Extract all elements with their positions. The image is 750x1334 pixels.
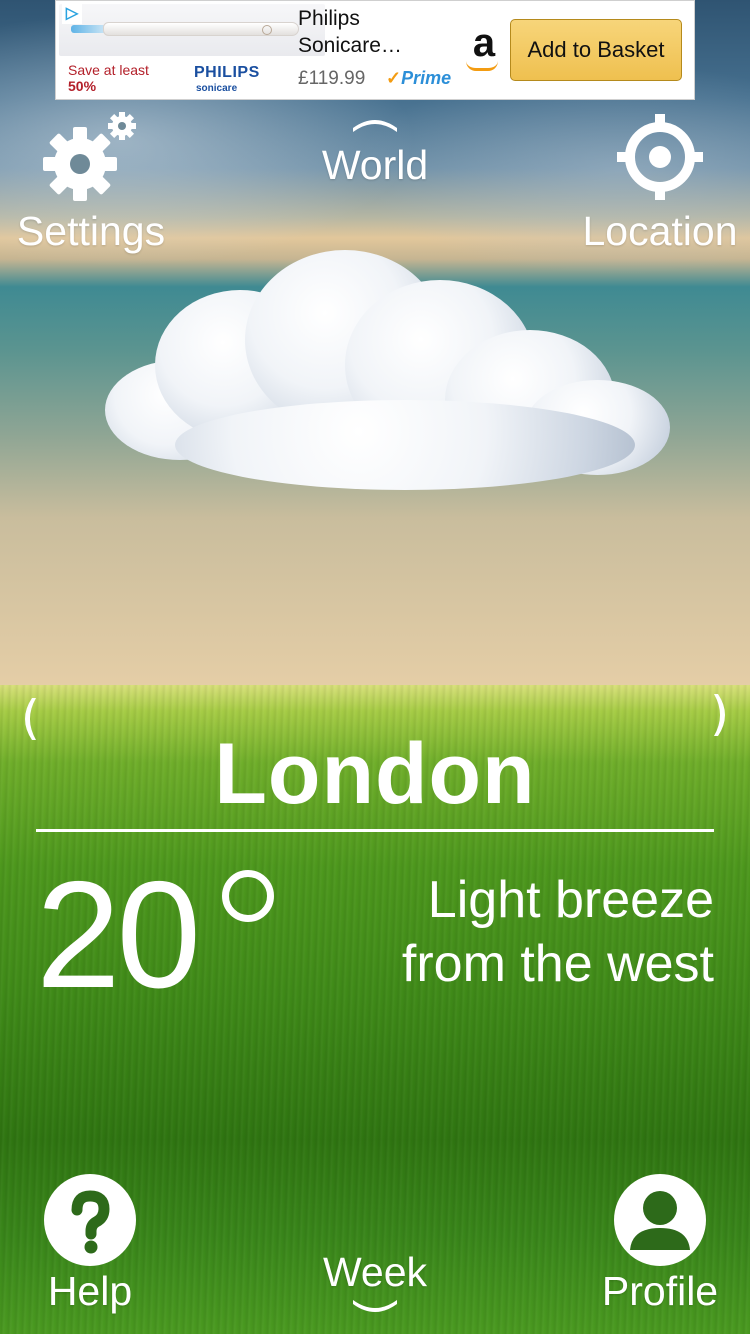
settings-label: Settings bbox=[16, 208, 166, 254]
prime-badge: ✓Prime bbox=[386, 68, 451, 89]
prime-check-icon: ✓ bbox=[386, 68, 402, 88]
ad-banner[interactable]: ▷ Save at least 50% PHILIPS sonicare Phi… bbox=[55, 0, 695, 100]
help-button[interactable]: Help bbox=[30, 1174, 150, 1315]
location-button[interactable]: Location bbox=[578, 112, 742, 255]
ad-brand-sub: sonicare bbox=[196, 83, 238, 94]
help-icon bbox=[44, 1174, 136, 1266]
world-label: World bbox=[321, 142, 429, 188]
profile-button[interactable]: Profile bbox=[598, 1174, 722, 1315]
degree-symbol bbox=[222, 870, 274, 922]
adchoices-icon[interactable]: ▷ bbox=[62, 4, 82, 24]
chevron-up-icon bbox=[353, 120, 397, 132]
week-button[interactable]: Week bbox=[300, 1249, 450, 1314]
toothbrush-graphic bbox=[103, 22, 299, 36]
settings-button[interactable]: Settings bbox=[12, 112, 170, 255]
location-label: Location bbox=[582, 208, 738, 254]
city-divider bbox=[36, 829, 714, 832]
ad-product-title[interactable]: Philips Sonicare… bbox=[298, 5, 448, 59]
wind-line-2: from the west bbox=[401, 935, 714, 993]
wind-line-1: Light breeze bbox=[427, 871, 714, 929]
world-button[interactable]: World bbox=[300, 118, 450, 189]
toothbrush-head-graphic bbox=[71, 25, 107, 33]
prime-label: Prime bbox=[401, 68, 452, 88]
ad-discount-value: 50% bbox=[68, 78, 97, 94]
help-label: Help bbox=[47, 1268, 133, 1314]
profile-avatar-icon bbox=[614, 1174, 706, 1266]
ad-product-image[interactable] bbox=[59, 4, 325, 56]
week-label: Week bbox=[322, 1249, 428, 1295]
city-name[interactable]: London bbox=[0, 725, 750, 824]
add-to-basket-button[interactable]: Add to Basket bbox=[510, 19, 682, 81]
ad-discount-text: Save at least 50% bbox=[68, 62, 149, 94]
gear-icon bbox=[43, 112, 136, 201]
cloud-weather-icon bbox=[95, 250, 675, 495]
ad-brand-logo: PHILIPS bbox=[194, 64, 260, 81]
amazon-smile-icon bbox=[466, 61, 498, 71]
chevron-down-icon bbox=[353, 1300, 397, 1312]
ad-price: £119.99 bbox=[298, 68, 366, 89]
ad-discount-prefix: Save at least bbox=[68, 62, 149, 78]
temperature-value: 20 bbox=[36, 850, 201, 1020]
wind-description: Light breeze from the west bbox=[354, 868, 714, 996]
crosshair-location-icon bbox=[617, 114, 703, 200]
profile-label: Profile bbox=[601, 1268, 719, 1314]
